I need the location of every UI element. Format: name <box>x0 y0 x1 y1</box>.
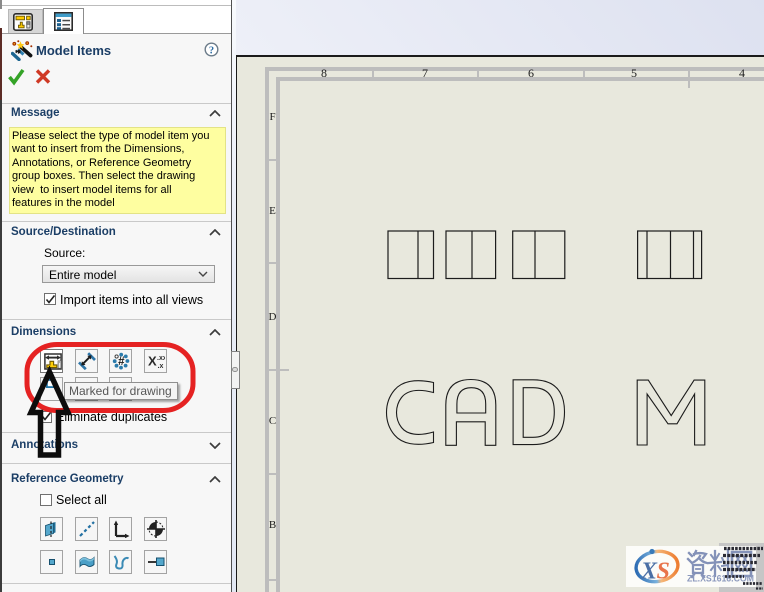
svg-text:S: S <box>657 559 670 585</box>
svg-text:#: # <box>118 356 125 368</box>
svg-text:X: X <box>148 354 157 369</box>
svg-text:.xx: .xx <box>157 355 165 362</box>
svg-text:.x: .x <box>158 363 164 370</box>
svg-text:?: ? <box>209 45 214 56</box>
svg-text:X: X <box>640 559 658 585</box>
